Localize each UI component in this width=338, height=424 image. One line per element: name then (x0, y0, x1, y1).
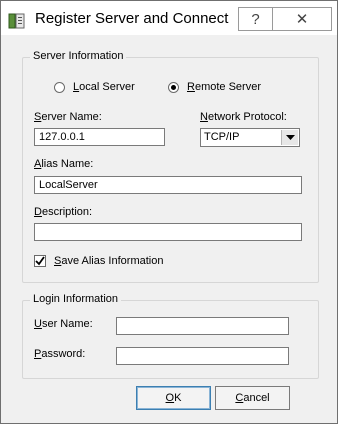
ok-button-rest: K (174, 392, 182, 404)
close-button[interactable]: ✕ (272, 7, 332, 31)
local-server-label[interactable]: Local Server (73, 81, 135, 93)
cancel-button-rest: ancel (243, 392, 270, 404)
password-field[interactable] (116, 347, 289, 365)
network-protocol-select[interactable]: TCP/IP (200, 128, 300, 147)
title-bar: Register Server and Connect ? ✕ (1, 1, 337, 35)
user-name-label: User Name: (34, 318, 93, 330)
server-name-label-rest: erver Name: (41, 111, 102, 123)
dropdown-arrow-icon[interactable] (281, 130, 298, 145)
checkmark-icon (35, 256, 45, 266)
password-label-rest: assword: (41, 348, 86, 360)
network-protocol-value: TCP/IP (204, 131, 240, 143)
window-title: Register Server and Connect (35, 10, 229, 27)
description-label-rest: escription: (41, 206, 93, 218)
user-name-label-rest: ser Name: (41, 318, 93, 330)
remote-server-label[interactable]: Remote Server (187, 81, 261, 93)
user-name-field[interactable] (116, 317, 289, 335)
ok-button[interactable]: OK (136, 386, 211, 410)
password-label: Password: (34, 348, 86, 360)
description-field[interactable] (34, 223, 302, 241)
description-label: Description: (34, 206, 93, 218)
register-server-dialog: Register Server and Connect ? ✕ Server I… (0, 0, 338, 424)
help-button[interactable]: ? (238, 7, 272, 31)
login-information-group (22, 300, 319, 379)
alias-name-label-rest: lias Name: (41, 158, 94, 170)
local-server-radio[interactable] (54, 82, 65, 93)
server-name-label: Server Name: (34, 111, 102, 123)
alias-name-field[interactable]: LocalServer (34, 176, 302, 194)
remote-server-label-rest: emote Server (194, 81, 261, 93)
server-name-field[interactable]: 127.0.0.1 (34, 128, 165, 146)
database-server-icon (8, 13, 25, 29)
alias-name-label: Alias Name: (34, 158, 94, 170)
local-server-label-rest: ocal Server (79, 81, 135, 93)
network-protocol-label: Network Protocol: (200, 111, 287, 123)
cancel-button[interactable]: Cancel (215, 386, 290, 410)
remote-server-radio[interactable] (168, 82, 179, 93)
save-alias-checkbox[interactable] (34, 255, 46, 267)
save-alias-label-rest: ave Alias Information (61, 255, 164, 267)
network-protocol-label-rest: etwork Protocol: (207, 111, 287, 123)
server-information-legend: Server Information (30, 50, 127, 62)
save-alias-label[interactable]: Save Alias Information (54, 255, 163, 267)
help-icon: ? (251, 10, 260, 28)
login-information-legend: Login Information (30, 293, 121, 305)
close-icon: ✕ (295, 11, 309, 28)
